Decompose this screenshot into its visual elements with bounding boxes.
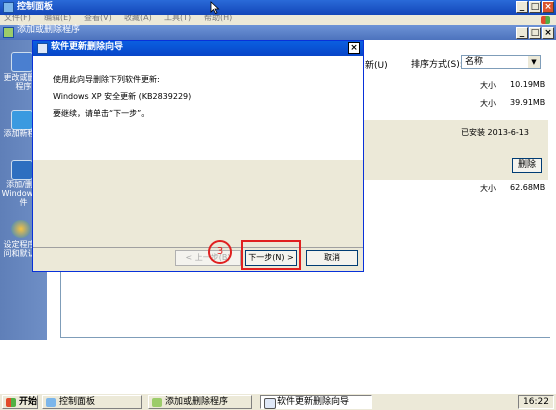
clock: 16:22: [518, 395, 554, 409]
wizard-content: 使用此向导删除下列软件更新: Windows XP 安全更新 (KB283922…: [33, 56, 363, 160]
menu-file[interactable]: 文件(F): [4, 15, 31, 23]
windows-logo: [538, 15, 552, 25]
add-new-programs-icon: [11, 110, 33, 130]
windows-components-icon: [11, 160, 33, 180]
control-panel-icon: [46, 398, 56, 407]
annotation-highlight-box: [241, 240, 301, 270]
size-label: 大小: [480, 81, 496, 90]
wizard-title: 软件更新删除向导: [51, 42, 124, 52]
annotation-number: 3: [216, 246, 224, 257]
wizard-instruction: 使用此向导删除下列软件更新:: [53, 75, 160, 84]
minimize-button[interactable]: _: [516, 1, 528, 13]
mouse-cursor-icon: [210, 1, 220, 14]
installed-label: 已安装 2013-6-13: [461, 128, 529, 137]
ar-close-button[interactable]: ×: [542, 27, 554, 39]
size-label: 大小: [480, 184, 496, 193]
size-value: 10.19MB: [510, 80, 546, 89]
wizard-icon: [264, 398, 276, 409]
sort-select[interactable]: 名称 ▼: [461, 55, 541, 69]
annotation-circle: 3: [208, 240, 232, 264]
taskbar-item-control-panel[interactable]: 控制面板: [42, 395, 142, 409]
add-remove-icon: [3, 27, 14, 38]
installed-date: 2013-6-13: [487, 128, 529, 137]
windows-flag-icon: [6, 398, 16, 407]
taskbar-item-wizard[interactable]: 软件更新删除向导: [260, 395, 372, 409]
taskbar-item-label: 控制面板: [59, 397, 96, 407]
chevron-down-icon[interactable]: ▼: [528, 56, 540, 68]
taskbar-item-add-remove[interactable]: 添加或删除程序: [148, 395, 252, 409]
taskbar-item-label: 添加或删除程序: [165, 397, 229, 407]
size-value: 62.68MB: [510, 183, 546, 192]
change-remove-programs-icon: [11, 52, 33, 72]
windows-flag-icon: [541, 16, 550, 24]
control-panel-icon: [3, 2, 14, 13]
sort-label: 排序方式(S):: [411, 60, 463, 70]
wizard-titlebar[interactable]: 软件更新删除向导 ×: [33, 41, 363, 56]
remove-button[interactable]: 删除: [512, 158, 542, 173]
add-remove-title: 添加或删除程序: [17, 25, 81, 35]
add-remove-icon: [152, 398, 162, 407]
menu-tools[interactable]: 工具(T): [164, 15, 191, 23]
taskbar: 开始 控制面板 添加或删除程序 软件更新删除向导 16:22: [0, 393, 556, 410]
wizard-icon: [37, 43, 48, 54]
menu-view[interactable]: 查看(V): [84, 15, 112, 23]
taskbar-item-label: 软件更新删除向导: [277, 397, 350, 407]
close-button[interactable]: ×: [542, 1, 554, 13]
wizard-continue-hint: 要继续，请单击“下一步”。: [53, 109, 150, 118]
control-panel-titlebar[interactable]: 控制面板 _ □ ×: [0, 0, 556, 15]
menu-favorites[interactable]: 收藏(A): [124, 15, 152, 23]
sort-select-value: 名称: [465, 57, 484, 67]
wizard-separator: [33, 247, 363, 248]
menu-edit[interactable]: 编辑(E): [44, 15, 71, 23]
menu-help[interactable]: 帮助(H): [204, 15, 232, 23]
partial-header-checkbox-label: 新(U): [365, 61, 388, 71]
set-program-access-icon: [11, 220, 31, 238]
size-value: 39.91MB: [510, 98, 546, 107]
size-label: 大小: [480, 99, 496, 108]
start-label: 开始: [19, 397, 38, 407]
maximize-button[interactable]: □: [529, 1, 541, 13]
add-remove-titlebar[interactable]: 添加或删除程序 _ □ ×: [0, 25, 556, 40]
ar-maximize-button[interactable]: □: [529, 27, 541, 39]
cancel-button[interactable]: 取消: [306, 250, 358, 266]
close-icon[interactable]: ×: [348, 42, 360, 54]
wizard-update-name: Windows XP 安全更新 (KB2839229): [53, 92, 192, 101]
list-border-bottom: [60, 337, 550, 338]
control-panel-title: 控制面板: [17, 2, 54, 12]
start-button[interactable]: 开始: [2, 395, 38, 409]
ar-minimize-button[interactable]: _: [516, 27, 528, 39]
control-panel-menubar: 文件(F) 编辑(E) 查看(V) 收藏(A) 工具(T) 帮助(H): [0, 15, 556, 25]
